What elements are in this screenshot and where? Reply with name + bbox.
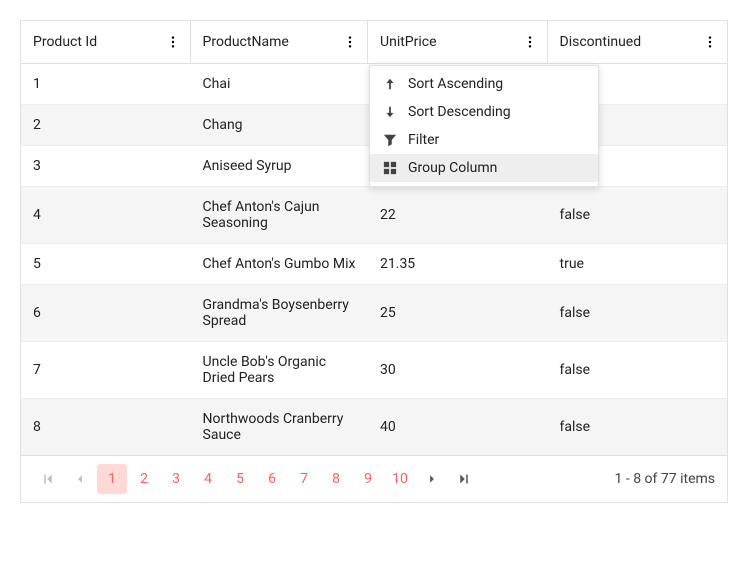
cell-productname: Aniseed Syrup [191,146,369,186]
pager-page-8[interactable]: 8 [321,464,351,494]
cell-productid: 4 [21,187,191,243]
column-header-productid[interactable]: Product Id [21,21,191,63]
cell-productid: 7 [21,342,191,398]
cell-discontinued: true [548,244,727,284]
column-header-productname[interactable]: ProductName [191,21,369,63]
cell-productname: Uncle Bob's Organic Dried Pears [191,342,369,398]
cell-productid: 3 [21,146,191,186]
menu-label: Filter [408,132,439,148]
pager-page-1[interactable]: 1 [97,464,127,494]
cell-productname: Chang [191,105,369,145]
pager-page-3[interactable]: 3 [161,464,191,494]
arrow-up-icon [382,76,398,92]
pager-info: 1 - 8 of 77 items [615,471,715,487]
pager-first-icon[interactable] [33,464,63,494]
cell-discontinued: false [548,187,727,243]
column-label: UnitPrice [380,34,437,50]
menu-item-filter[interactable]: Filter [370,126,598,154]
menu-label: Sort Ascending [408,76,503,92]
kebab-icon[interactable] [164,33,182,51]
cell-productid: 2 [21,105,191,145]
cell-discontinued: false [548,285,727,341]
column-header-discontinued[interactable]: Discontinued [548,21,727,63]
menu-item-sort-descending[interactable]: Sort Descending [370,98,598,126]
kebab-icon[interactable] [701,33,719,51]
table-row: 6 Grandma's Boysenberry Spread 25 false [21,285,727,342]
cell-productname: Chef Anton's Cajun Seasoning [191,187,369,243]
menu-label: Group Column [408,160,497,176]
cell-discontinued: false [548,399,727,455]
pager-page-5[interactable]: 5 [225,464,255,494]
cell-productname: Chef Anton's Gumbo Mix [191,244,369,284]
cell-productname: Chai [191,64,369,104]
column-menu: Sort Ascending Sort Descending Filter Gr… [369,65,599,187]
cell-productid: 6 [21,285,191,341]
table-row: 4 Chef Anton's Cajun Seasoning 22 false [21,187,727,244]
kebab-icon[interactable] [521,33,539,51]
cell-unitprice: 40 [368,399,547,455]
pager-next-icon[interactable] [417,464,447,494]
cell-productname: Northwoods Cranberry Sauce [191,399,369,455]
pager-page-6[interactable]: 6 [257,464,287,494]
cell-productid: 8 [21,399,191,455]
column-header-unitprice[interactable]: UnitPrice [368,21,547,63]
kebab-icon[interactable] [341,33,359,51]
pager-page-2[interactable]: 2 [129,464,159,494]
cell-unitprice: 30 [368,342,547,398]
column-label: Discontinued [560,34,642,50]
pager-page-9[interactable]: 9 [353,464,383,494]
pager-page-10[interactable]: 10 [385,464,415,494]
cell-productid: 5 [21,244,191,284]
data-grid: Product Id ProductName UnitPrice Discont… [20,20,728,503]
filter-icon [382,132,398,148]
pager: 1 2 3 4 5 6 7 8 9 10 1 - 8 of 77 items [21,455,727,502]
cell-unitprice: 25 [368,285,547,341]
pager-navigation: 1 2 3 4 5 6 7 8 9 10 [33,464,479,494]
table-row: 7 Uncle Bob's Organic Dried Pears 30 fal… [21,342,727,399]
header-row: Product Id ProductName UnitPrice Discont… [21,21,727,64]
pager-page-7[interactable]: 7 [289,464,319,494]
menu-label: Sort Descending [408,104,511,120]
table-row: 8 Northwoods Cranberry Sauce 40 false [21,399,727,455]
table-row: 5 Chef Anton's Gumbo Mix 21.35 true [21,244,727,285]
arrow-down-icon [382,104,398,120]
cell-unitprice: 21.35 [368,244,547,284]
cell-productname: Grandma's Boysenberry Spread [191,285,369,341]
cell-unitprice: 22 [368,187,547,243]
cell-discontinued: false [548,342,727,398]
pager-page-4[interactable]: 4 [193,464,223,494]
menu-item-group-column[interactable]: Group Column [370,154,598,182]
pager-prev-icon[interactable] [65,464,95,494]
group-icon [382,160,398,176]
menu-item-sort-ascending[interactable]: Sort Ascending [370,70,598,98]
column-label: ProductName [203,34,289,50]
cell-productid: 1 [21,64,191,104]
column-label: Product Id [33,34,97,50]
pager-last-icon[interactable] [449,464,479,494]
